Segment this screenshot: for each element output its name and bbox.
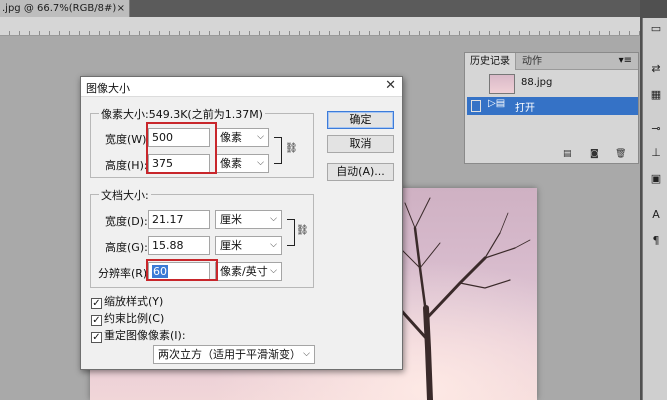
document-tab-title: .jpg @ 66.7%(RGB/8#)	[2, 3, 117, 14]
checkbox-checked-icon: ✓	[91, 332, 102, 343]
resample-label: 重定图像像素(I):	[104, 329, 186, 342]
pixel-height-unit-select[interactable]: 像素 ⌵	[215, 154, 269, 173]
pixel-dimensions-title: 像素大小:549.3K(之前为1.37M)	[99, 106, 265, 122]
history-brush-source-box[interactable]	[471, 100, 481, 112]
constrain-proportions-checkbox[interactable]: ✓ 约束比例(C)	[91, 310, 165, 326]
resample-method-select[interactable]: 两次立方（适用于平滑渐变） ⌵	[153, 345, 315, 364]
paragraph-icon[interactable]: ¶	[647, 234, 665, 248]
tab-history[interactable]: 历史记录	[465, 53, 516, 70]
constrain-bracket	[287, 219, 295, 246]
character-icon[interactable]: A	[647, 208, 665, 222]
scale-styles-label: 缩放样式(Y)	[104, 295, 164, 308]
snapshot-label: 88.jpg	[521, 77, 553, 88]
history-panel-footer: ▤ ◙ 🗑	[465, 149, 638, 163]
horizontal-ruler	[0, 17, 640, 36]
constrain-proportions-label: 约束比例(C)	[104, 312, 165, 325]
panel-icon[interactable]: ▭	[647, 22, 665, 36]
swap-icon[interactable]: ⇄	[647, 62, 665, 76]
chevron-down-icon: ⌵	[257, 132, 264, 142]
tab-actions[interactable]: 动作	[517, 53, 547, 70]
doc-width-label: 宽度(D):	[105, 215, 148, 228]
history-panel-tabs: 历史记录 动作 ▾≡	[465, 53, 638, 70]
chevron-down-icon: ⌵	[270, 214, 277, 224]
grid-icon[interactable]: ▦	[647, 88, 665, 102]
pixel-height-label: 高度(H):	[105, 159, 148, 172]
close-icon[interactable]: ✕	[385, 78, 396, 93]
resolution-label: 分辨率(R):	[98, 267, 151, 280]
highlight-resolution-field	[146, 259, 218, 281]
highlight-pixel-fields	[146, 122, 217, 174]
doc-width-unit-select[interactable]: 厘米 ⌵	[215, 210, 282, 229]
chevron-down-icon: ⌵	[303, 349, 310, 359]
history-panel: 历史记录 动作 ▾≡ 88.jpg ▷▤ 打开 ▤ ◙ 🗑	[464, 52, 639, 164]
doc-height-unit-select[interactable]: 厘米 ⌵	[215, 236, 282, 255]
image-size-dialog: 图像大小 ✕ 像素大小:549.3K(之前为1.37M) 宽度(W): 500 …	[80, 76, 403, 370]
document-size-title: 文档大小:	[99, 187, 151, 203]
clone-source-icon[interactable]: ⊥	[647, 146, 665, 160]
pixel-width-label: 宽度(W):	[105, 133, 151, 146]
chevron-down-icon: ⌵	[257, 158, 264, 168]
doc-height-label: 高度(G):	[105, 241, 148, 254]
brush-settings-icon[interactable]: ⊸	[647, 122, 665, 136]
document-tab-strip: .jpg @ 66.7%(RGB/8#) ×	[0, 0, 640, 17]
chevron-down-icon: ⌵	[270, 266, 277, 276]
resample-checkbox[interactable]: ✓ 重定图像像素(I):	[91, 327, 186, 343]
checkbox-checked-icon: ✓	[91, 298, 102, 309]
checkbox-checked-icon: ✓	[91, 315, 102, 326]
dialog-title: 图像大小	[86, 82, 130, 95]
document-tab[interactable]: .jpg @ 66.7%(RGB/8#) ×	[0, 0, 130, 17]
ok-button[interactable]: 确定	[327, 111, 394, 129]
open-document-icon: ▷▤	[488, 98, 506, 109]
history-snapshot[interactable]: 88.jpg	[467, 72, 638, 96]
trash-icon[interactable]: 🗑	[615, 149, 626, 159]
chain-link-icon: ⛓	[285, 143, 298, 154]
new-snapshot-icon[interactable]: ◙	[590, 149, 599, 159]
document-close-icon[interactable]: ×	[117, 0, 125, 17]
scale-styles-checkbox[interactable]: ✓ 缩放样式(Y)	[91, 293, 164, 309]
history-step[interactable]: ▷▤ 打开	[467, 97, 638, 115]
chevron-down-icon: ⌵	[270, 240, 277, 250]
history-step-label: 打开	[515, 103, 535, 114]
new-document-from-state-icon[interactable]: ▤	[563, 149, 572, 159]
panel-menu-icon[interactable]: ▾≡	[619, 55, 632, 66]
right-panel-dock: ▭ ⇄ ▦ ⊸ ⊥ ▣ A ¶	[640, 0, 667, 400]
cancel-button[interactable]: 取消	[327, 135, 394, 153]
chain-link-icon: ⛓	[296, 225, 309, 236]
dialog-titlebar[interactable]: 图像大小 ✕	[81, 77, 402, 97]
resolution-unit-select[interactable]: 像素/英寸 ⌵	[215, 262, 282, 281]
snapshot-thumbnail	[489, 74, 515, 94]
auto-button[interactable]: 自动(A)...	[327, 163, 394, 181]
pixel-width-unit-select[interactable]: 像素 ⌵	[215, 128, 269, 147]
doc-width-input[interactable]: 21.17	[148, 210, 210, 229]
tool-preset-icon[interactable]: ▣	[647, 172, 665, 186]
constrain-bracket	[274, 137, 282, 164]
doc-height-input[interactable]: 15.88	[148, 236, 210, 255]
